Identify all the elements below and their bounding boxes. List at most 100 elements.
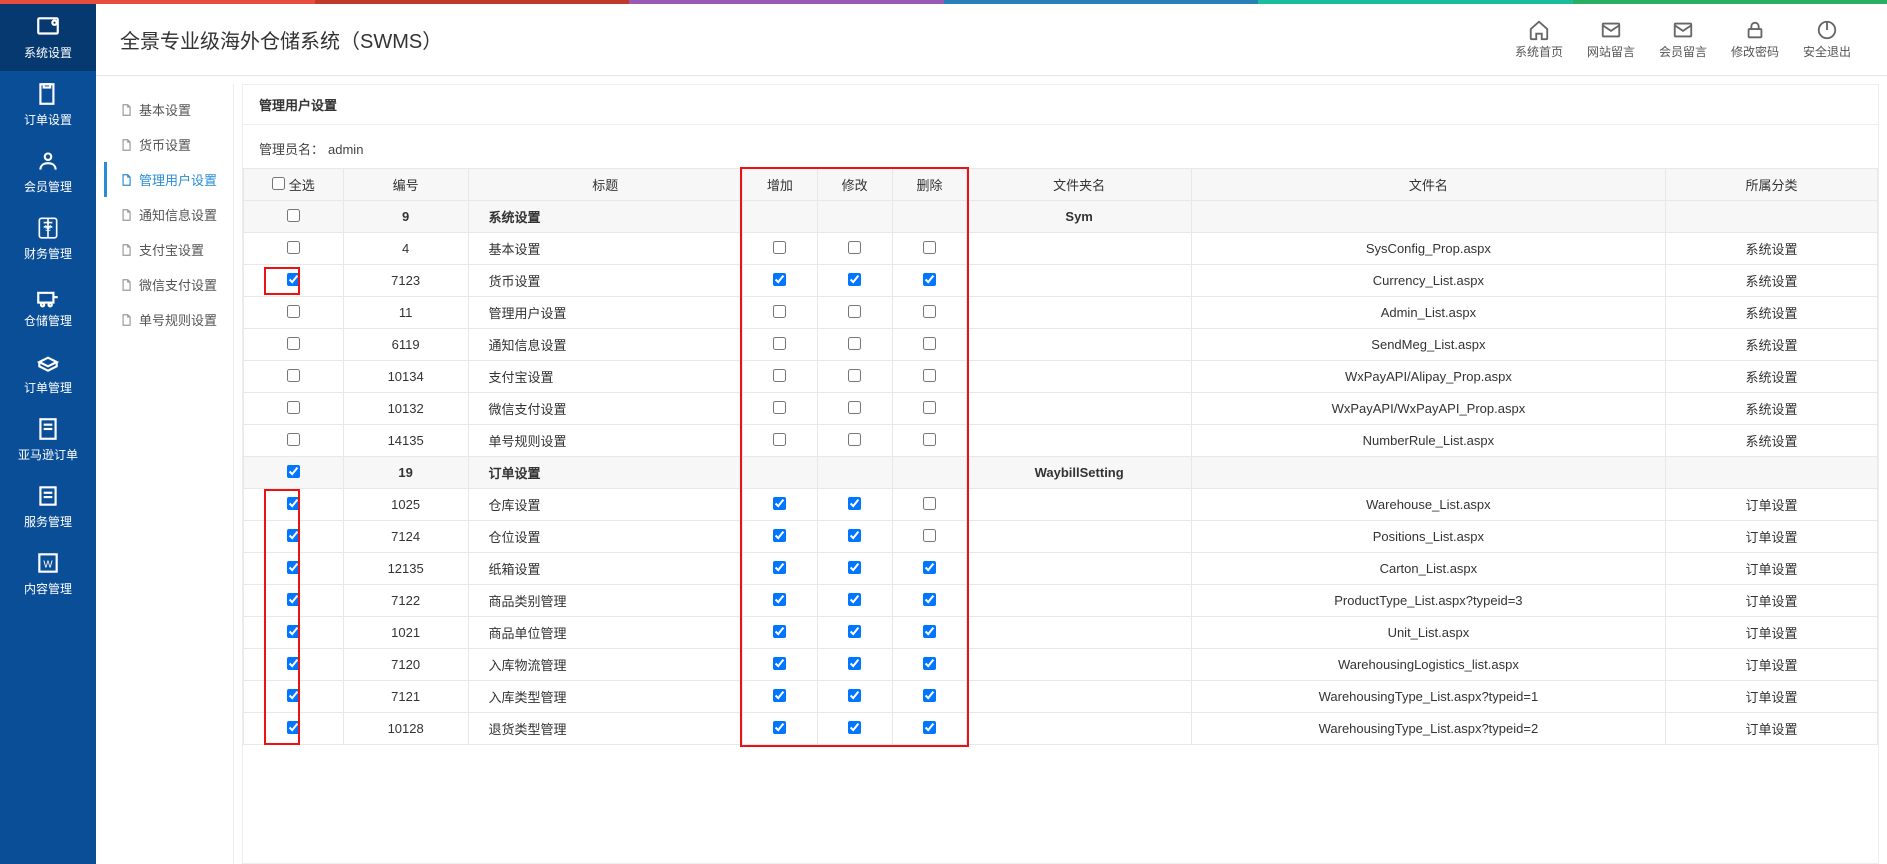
row-add-checkbox[interactable] xyxy=(773,305,786,318)
row-select-checkbox[interactable] xyxy=(287,369,300,382)
row-category: 订单设置 xyxy=(1665,585,1877,617)
row-add-checkbox[interactable] xyxy=(773,337,786,350)
header-action-logout[interactable]: 安全退出 xyxy=(1791,19,1863,60)
row-modify-checkbox[interactable] xyxy=(848,337,861,350)
row-select-checkbox[interactable] xyxy=(287,273,300,286)
header-action-label: 修改密码 xyxy=(1731,43,1779,60)
row-select-checkbox[interactable] xyxy=(287,401,300,414)
row-delete-checkbox[interactable] xyxy=(923,625,936,638)
row-modify-checkbox[interactable] xyxy=(848,369,861,382)
sidebar-item-content[interactable]: W内容管理 xyxy=(0,540,96,607)
header-action-change_pwd[interactable]: 修改密码 xyxy=(1719,19,1791,60)
row-select-checkbox[interactable] xyxy=(287,529,300,542)
header-action-site_msg[interactable]: 网站留言 xyxy=(1575,19,1647,60)
submenu-item-notice[interactable]: 通知信息设置 xyxy=(104,197,233,232)
row-delete-checkbox[interactable] xyxy=(923,305,936,318)
row-delete-checkbox[interactable] xyxy=(923,273,936,286)
row-add-checkbox[interactable] xyxy=(773,625,786,638)
submenu-item-alipay[interactable]: 支付宝设置 xyxy=(104,232,233,267)
row-select-checkbox[interactable] xyxy=(287,689,300,702)
row-delete-checkbox[interactable] xyxy=(923,593,936,606)
header-action-home[interactable]: 系统首页 xyxy=(1503,19,1575,60)
row-modify-checkbox[interactable] xyxy=(848,529,861,542)
change_pwd-icon xyxy=(1744,19,1766,41)
row-folder xyxy=(967,361,1192,393)
col-select-all[interactable]: 全选 xyxy=(244,169,344,201)
sidebar-item-finance[interactable]: ¥财务管理 xyxy=(0,205,96,272)
row-add-checkbox[interactable] xyxy=(773,657,786,670)
submenu-item-wxpay[interactable]: 微信支付设置 xyxy=(104,267,233,302)
row-add-checkbox[interactable] xyxy=(773,529,786,542)
row-add-checkbox[interactable] xyxy=(773,689,786,702)
sidebar-item-warehouse[interactable]: 仓储管理 xyxy=(0,272,96,339)
row-add-checkbox[interactable] xyxy=(773,369,786,382)
select-all-label: 全选 xyxy=(289,178,315,193)
row-add-checkbox[interactable] xyxy=(773,241,786,254)
row-delete-checkbox[interactable] xyxy=(923,689,936,702)
row-modify-checkbox[interactable] xyxy=(848,625,861,638)
row-category: 系统设置 xyxy=(1665,329,1877,361)
sidebar-item-member[interactable]: 会员管理 xyxy=(0,138,96,205)
sidebar-item-sys[interactable]: 系统设置 xyxy=(0,4,96,71)
row-id: 1021 xyxy=(343,617,468,649)
row-delete-checkbox[interactable] xyxy=(923,657,936,670)
row-delete-checkbox[interactable] xyxy=(923,721,936,734)
row-modify-checkbox[interactable] xyxy=(848,241,861,254)
header: 全景专业级海外仓储系统（SWMS） 系统首页网站留言会员留言修改密码安全退出 xyxy=(96,4,1887,76)
row-modify-checkbox[interactable] xyxy=(848,689,861,702)
row-add-checkbox[interactable] xyxy=(773,721,786,734)
row-add-checkbox[interactable] xyxy=(773,433,786,446)
submenu-item-currency[interactable]: 货币设置 xyxy=(104,127,233,162)
sidebar-item-amazon[interactable]: 亚马逊订单 xyxy=(0,406,96,473)
row-folder: Sym xyxy=(967,201,1192,233)
row-select-checkbox[interactable] xyxy=(287,593,300,606)
row-select-checkbox[interactable] xyxy=(287,465,300,478)
row-modify-checkbox[interactable] xyxy=(848,305,861,318)
row-select-checkbox[interactable] xyxy=(287,305,300,318)
row-select-checkbox[interactable] xyxy=(287,657,300,670)
select-all-checkbox[interactable] xyxy=(272,177,285,190)
row-add-checkbox[interactable] xyxy=(773,273,786,286)
row-add-checkbox[interactable] xyxy=(773,561,786,574)
row-select-checkbox[interactable] xyxy=(287,497,300,510)
row-delete-checkbox[interactable] xyxy=(923,561,936,574)
row-modify-checkbox[interactable] xyxy=(848,561,861,574)
document-icon xyxy=(119,278,133,292)
row-modify-checkbox[interactable] xyxy=(848,433,861,446)
row-category: 订单设置 xyxy=(1665,617,1877,649)
row-select-checkbox[interactable] xyxy=(287,241,300,254)
row-folder xyxy=(967,233,1192,265)
row-modify-checkbox[interactable] xyxy=(848,721,861,734)
submenu-item-basic[interactable]: 基本设置 xyxy=(104,92,233,127)
row-delete-checkbox[interactable] xyxy=(923,497,936,510)
row-delete-checkbox[interactable] xyxy=(923,241,936,254)
row-modify-checkbox[interactable] xyxy=(848,497,861,510)
row-modify-checkbox[interactable] xyxy=(848,593,861,606)
submenu-item-admin_user[interactable]: 管理用户设置 xyxy=(104,162,233,197)
sidebar-item-service[interactable]: 服务管理 xyxy=(0,473,96,540)
row-select-checkbox[interactable] xyxy=(287,337,300,350)
row-modify-checkbox[interactable] xyxy=(848,273,861,286)
row-add-checkbox[interactable] xyxy=(773,593,786,606)
row-select-checkbox[interactable] xyxy=(287,561,300,574)
row-folder xyxy=(967,489,1192,521)
row-delete-checkbox[interactable] xyxy=(923,529,936,542)
row-select-checkbox[interactable] xyxy=(287,625,300,638)
row-modify-checkbox[interactable] xyxy=(848,401,861,414)
row-modify-checkbox[interactable] xyxy=(848,657,861,670)
row-add-checkbox[interactable] xyxy=(773,497,786,510)
table-row: 14135单号规则设置NumberRule_List.aspx系统设置 xyxy=(244,425,1878,457)
sidebar-item-order_mgmt[interactable]: 订单管理 xyxy=(0,339,96,406)
row-delete-checkbox[interactable] xyxy=(923,433,936,446)
row-select-checkbox[interactable] xyxy=(287,209,300,222)
row-delete-checkbox[interactable] xyxy=(923,369,936,382)
header-action-member_msg[interactable]: 会员留言 xyxy=(1647,19,1719,60)
table-group-row: 9系统设置Sym xyxy=(244,201,1878,233)
row-select-checkbox[interactable] xyxy=(287,721,300,734)
sidebar-item-order[interactable]: 订单设置 xyxy=(0,71,96,138)
row-add-checkbox[interactable] xyxy=(773,401,786,414)
row-delete-checkbox[interactable] xyxy=(923,337,936,350)
submenu-item-number_rule[interactable]: 单号规则设置 xyxy=(104,302,233,337)
row-select-checkbox[interactable] xyxy=(287,433,300,446)
row-delete-checkbox[interactable] xyxy=(923,401,936,414)
